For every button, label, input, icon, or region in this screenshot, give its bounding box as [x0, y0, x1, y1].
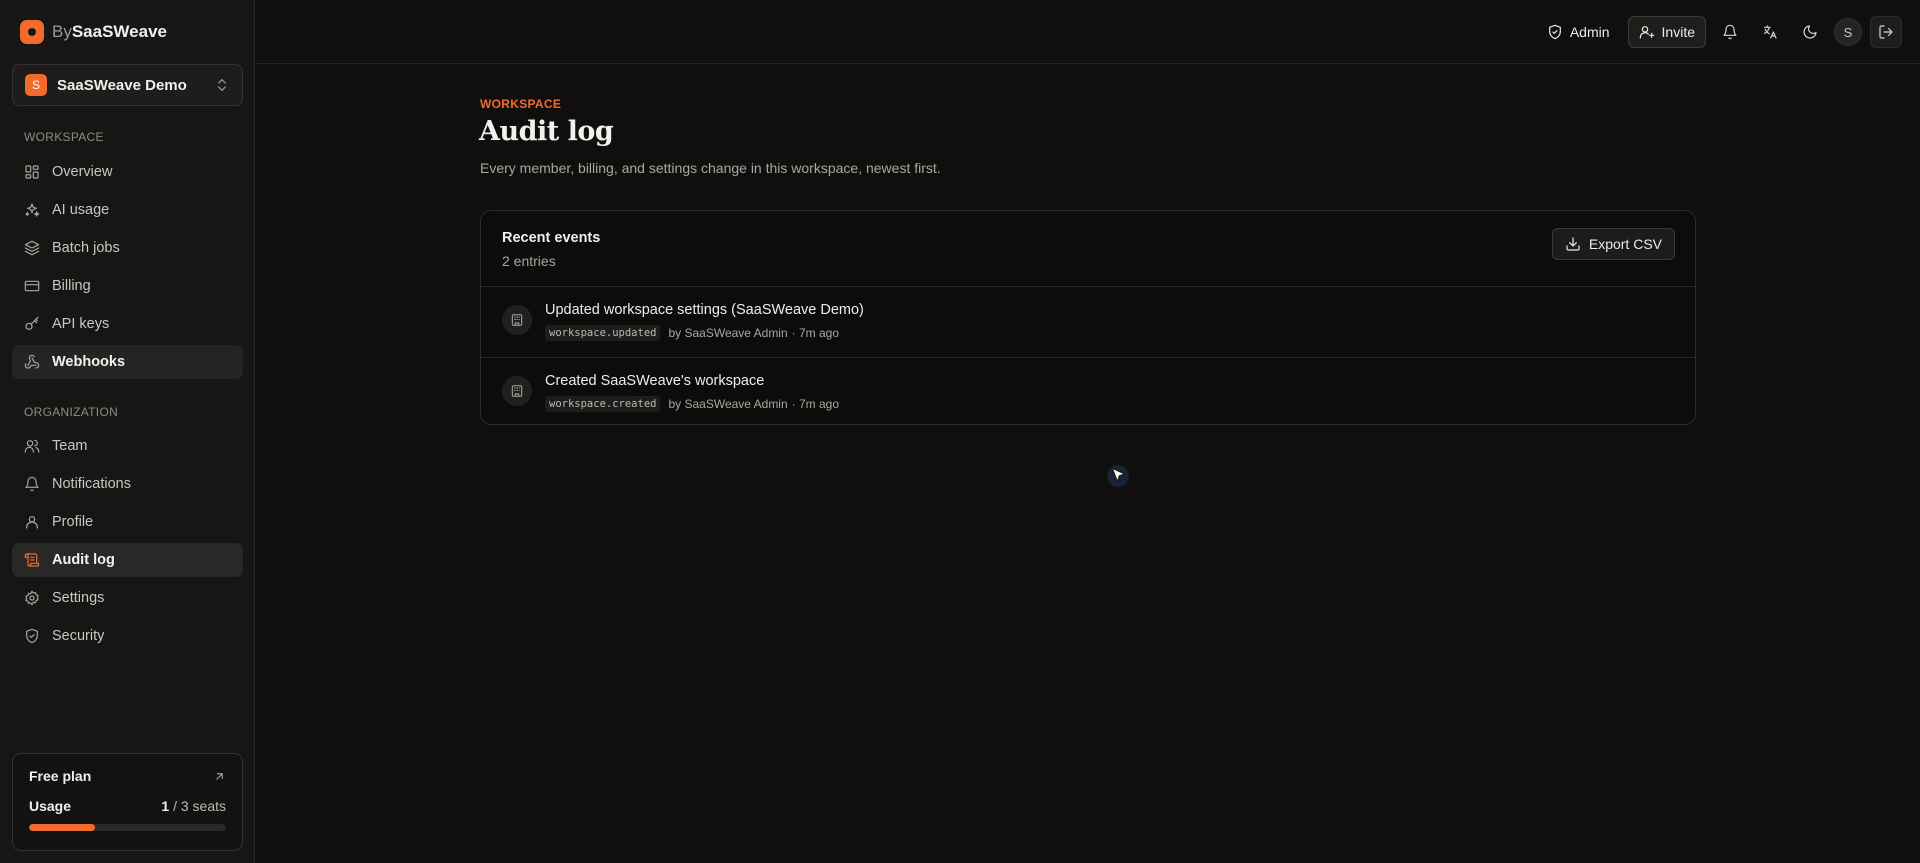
brand[interactable]: BySaaSWeave: [20, 20, 167, 44]
event-title: Created SaaSWeave's workspace: [545, 373, 765, 389]
credit-card-icon: [24, 278, 40, 294]
sparkles-icon: [24, 202, 40, 218]
sidebar-item-label: Webhooks: [52, 354, 126, 370]
page-eyebrow: WORKSPACE: [480, 97, 562, 111]
top-bar: Admin Invite S: [256, 0, 1920, 64]
card-header: Recent events 2 entries Export CSV: [481, 211, 1695, 287]
theme-toggle-button[interactable]: [1794, 16, 1826, 48]
grid-icon: [24, 164, 40, 180]
sidebar-item-batch-jobs[interactable]: Batch jobs: [12, 231, 243, 265]
translate-icon: [1762, 24, 1778, 40]
notifications-button[interactable]: [1714, 16, 1746, 48]
sidebar-item-label: API keys: [52, 316, 110, 332]
event-actor: by SaaSWeave Admin: [668, 326, 788, 340]
event-meta: workspace.created by SaaSWeave Admin · 7…: [545, 396, 839, 412]
invite-label: Invite: [1661, 24, 1695, 40]
plan-title: Free plan: [29, 768, 92, 784]
sidebar: BySaaSWeave S SaaSWeave Demo WORKSPACE O…: [0, 0, 255, 863]
sidebar-item-settings[interactable]: Settings: [12, 581, 243, 615]
workspace-name: SaaSWeave Demo: [57, 76, 187, 94]
event-code: workspace.created: [545, 396, 661, 412]
log-out-icon: [1878, 24, 1894, 40]
admin-button[interactable]: Admin: [1537, 16, 1620, 48]
event-row[interactable]: Created SaaSWeave's workspace workspace.…: [481, 357, 1695, 424]
chevrons-up-down-icon: [214, 77, 230, 93]
export-csv-label: Export CSV: [1588, 236, 1662, 252]
workspace-switcher[interactable]: S SaaSWeave Demo: [12, 64, 243, 106]
building-icon: [502, 305, 532, 335]
users-icon: [24, 438, 40, 454]
user-avatar[interactable]: S: [1834, 18, 1862, 46]
language-button[interactable]: [1754, 16, 1786, 48]
workspace-avatar: S: [25, 74, 47, 96]
sidebar-item-label: Settings: [52, 590, 105, 606]
mouse-cursor-icon: [1105, 463, 1131, 489]
sidebar-item-label: AI usage: [52, 202, 110, 218]
sidebar-item-label: Notifications: [52, 476, 131, 492]
moon-icon: [1802, 24, 1818, 40]
organization-section-label: ORGANIZATION: [24, 405, 119, 419]
sidebar-item-label: Overview: [52, 164, 113, 180]
sidebar-item-security[interactable]: Security: [12, 619, 243, 653]
arrow-up-right-icon[interactable]: [213, 770, 226, 783]
brand-logo-icon: [20, 20, 44, 44]
entries-count: 2 entries: [502, 253, 556, 269]
sidebar-item-label: Batch jobs: [52, 240, 120, 256]
usage-label: Usage: [29, 798, 72, 814]
sidebar-item-overview[interactable]: Overview: [12, 155, 243, 189]
sidebar-item-api-keys[interactable]: API keys: [12, 307, 243, 341]
sidebar-item-ai-usage[interactable]: AI usage: [12, 193, 243, 227]
bell-icon: [24, 476, 40, 492]
webhook-icon: [24, 354, 40, 370]
sidebar-item-label: Team: [52, 438, 88, 454]
key-icon: [24, 316, 40, 332]
plan-card: Free plan Usage 1 / 3 seats: [12, 753, 243, 851]
export-csv-button[interactable]: Export CSV: [1551, 228, 1675, 260]
sidebar-item-label: Profile: [52, 514, 94, 530]
brand-name: BySaaSWeave: [52, 22, 167, 41]
invite-button[interactable]: Invite: [1627, 16, 1706, 48]
sidebar-item-billing[interactable]: Billing: [12, 269, 243, 303]
bell-icon: [1722, 24, 1738, 40]
layers-icon: [24, 240, 40, 256]
usage-progress-fill: [29, 824, 95, 831]
sidebar-item-notifications[interactable]: Notifications: [12, 467, 243, 501]
sign-out-button[interactable]: [1870, 16, 1902, 48]
sidebar-item-webhooks[interactable]: Webhooks: [12, 345, 243, 379]
usage-value: 1 / 3 seats: [161, 798, 226, 814]
event-time: · 7m ago: [791, 326, 840, 340]
user-plus-icon: [1639, 24, 1655, 40]
sidebar-item-label: Billing: [52, 278, 91, 294]
usage-progress-bar: [29, 824, 226, 831]
recent-events-card: Recent events 2 entries Export CSV Updat…: [480, 210, 1696, 425]
shield-check-icon: [1547, 24, 1563, 40]
sidebar-item-label: Audit log: [52, 552, 115, 568]
sidebar-item-team[interactable]: Team: [12, 429, 243, 463]
sidebar-item-label: Security: [52, 628, 105, 644]
admin-label: Admin: [1569, 24, 1610, 40]
building-icon: [502, 376, 532, 406]
card-title: Recent events: [502, 230, 601, 246]
event-code: workspace.updated: [545, 325, 661, 341]
shield-icon: [24, 628, 40, 644]
scroll-icon: [24, 552, 40, 568]
sidebar-item-profile[interactable]: Profile: [12, 505, 243, 539]
download-icon: [1565, 236, 1581, 252]
event-title: Updated workspace settings (SaaSWeave De…: [545, 302, 864, 318]
page-subtitle: Every member, billing, and settings chan…: [480, 160, 941, 176]
event-meta: workspace.updated by SaaSWeave Admin · 7…: [545, 325, 839, 341]
event-time: · 7m ago: [791, 397, 840, 411]
gear-icon: [24, 590, 40, 606]
event-row[interactable]: Updated workspace settings (SaaSWeave De…: [481, 287, 1695, 357]
event-actor: by SaaSWeave Admin: [668, 397, 788, 411]
workspace-section-label: WORKSPACE: [24, 130, 104, 144]
sidebar-item-audit-log[interactable]: Audit log: [12, 543, 243, 577]
page-title: Audit log: [479, 116, 614, 147]
user-icon: [24, 514, 40, 530]
